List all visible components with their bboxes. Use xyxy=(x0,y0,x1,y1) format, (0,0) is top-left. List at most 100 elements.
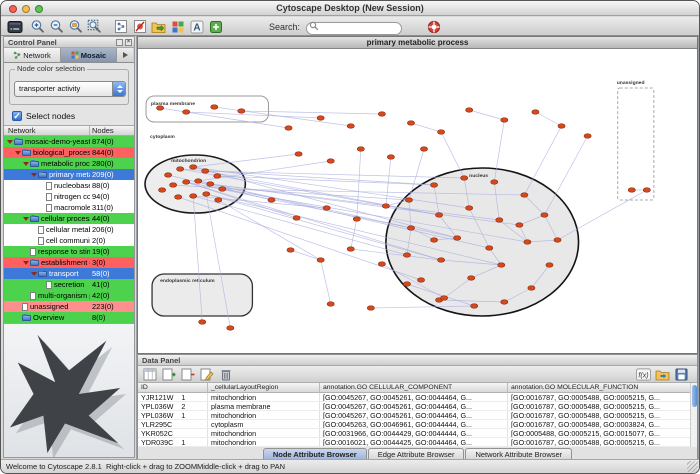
network-node[interactable] xyxy=(430,238,437,243)
tree-row[interactable]: mosaic-demo-yeast874(0) xyxy=(4,136,134,147)
tree-row[interactable]: response to stimulus19(0) xyxy=(4,246,134,257)
network-node[interactable] xyxy=(317,116,324,121)
network-node[interactable] xyxy=(498,263,505,268)
tree-row[interactable]: primary metabolic process209(0) xyxy=(4,169,134,180)
edit-attribute-icon[interactable] xyxy=(199,367,214,382)
network-node[interactable] xyxy=(466,108,473,113)
tree-row[interactable]: secretion41(0) xyxy=(4,279,134,290)
resize-grip[interactable] xyxy=(687,461,698,472)
network-node[interactable] xyxy=(437,130,444,135)
network-node[interactable] xyxy=(541,213,548,218)
table-row[interactable]: YLR295Ccytoplasm[GO:0045263, GO:0046961,… xyxy=(138,420,697,429)
show-all-icon[interactable] xyxy=(112,18,129,35)
tree-expander-icon[interactable] xyxy=(15,149,22,157)
table-scrollbar[interactable] xyxy=(690,383,697,447)
network-node[interactable] xyxy=(407,226,414,231)
network-node[interactable] xyxy=(285,126,292,131)
network-node[interactable] xyxy=(183,110,190,115)
column-header[interactable]: annotation.GO MOLECULAR_FUNCTION xyxy=(508,383,697,392)
network-node[interactable] xyxy=(203,192,210,197)
export-table-icon[interactable] xyxy=(674,367,689,382)
network-node[interactable] xyxy=(195,179,202,184)
column-header[interactable]: _cellularLayoutRegion xyxy=(208,383,320,392)
minimize-window-button[interactable] xyxy=(22,5,30,13)
network-node[interactable] xyxy=(461,176,468,181)
network-node[interactable] xyxy=(327,302,334,307)
network-node[interactable] xyxy=(238,109,245,114)
network-view-title[interactable]: primary metabolic process xyxy=(138,37,697,49)
network-node[interactable] xyxy=(367,306,374,311)
zoom-in-icon[interactable] xyxy=(29,18,46,35)
table-scrollbar-thumb[interactable] xyxy=(692,385,697,407)
column-header[interactable]: ID xyxy=(138,383,208,392)
tree-row[interactable]: establishment of localization3(0) xyxy=(4,257,134,268)
trash-icon[interactable] xyxy=(218,367,233,382)
zoom-window-button[interactable] xyxy=(35,5,43,13)
tree-expander-icon[interactable] xyxy=(23,160,30,168)
network-node[interactable] xyxy=(496,218,503,223)
network-node[interactable] xyxy=(405,198,412,203)
network-node[interactable] xyxy=(317,258,324,263)
network-node[interactable] xyxy=(643,188,650,193)
tree-row[interactable]: nucleobase-containing compound metabolic… xyxy=(4,180,134,191)
network-node[interactable] xyxy=(156,106,163,111)
network-node[interactable] xyxy=(215,198,222,203)
network-node[interactable] xyxy=(407,121,414,126)
import-network-icon[interactable] xyxy=(150,18,167,35)
tree-row[interactable]: cell communication2(0) xyxy=(4,235,134,246)
network-node[interactable] xyxy=(177,167,184,172)
network-node[interactable] xyxy=(293,216,300,221)
tree-row[interactable]: biological_process844(0) xyxy=(4,147,134,158)
tree-expander-icon[interactable] xyxy=(7,138,14,146)
table-row[interactable]: YPL036W__2plasma membrane[GO:0045267, GO… xyxy=(138,402,697,411)
network-node[interactable] xyxy=(327,159,334,164)
tree-expander-icon[interactable] xyxy=(23,215,30,223)
tab-mosaic[interactable]: Mosaic xyxy=(61,48,117,62)
network-node[interactable] xyxy=(378,262,385,267)
import-table-icon[interactable] xyxy=(655,367,670,382)
zoom-fit-icon[interactable] xyxy=(86,18,103,35)
network-node[interactable] xyxy=(164,173,171,178)
network-node[interactable] xyxy=(357,147,364,152)
network-node[interactable] xyxy=(430,183,437,188)
network-node[interactable] xyxy=(554,238,561,243)
network-node[interactable] xyxy=(175,195,182,200)
network-node[interactable] xyxy=(546,263,553,268)
network-node[interactable] xyxy=(528,286,535,291)
zoom-selected-icon[interactable] xyxy=(67,18,84,35)
close-window-button[interactable] xyxy=(9,5,17,13)
network-node[interactable] xyxy=(199,320,206,325)
tree-row[interactable]: metabolic process280(0) xyxy=(4,158,134,169)
network-node[interactable] xyxy=(202,169,209,174)
tree-row[interactable]: transport58(0) xyxy=(4,268,134,279)
network-node[interactable] xyxy=(382,204,389,209)
network-node[interactable] xyxy=(628,188,635,193)
network-node[interactable] xyxy=(584,134,591,139)
network-node[interactable] xyxy=(295,152,302,157)
network-node[interactable] xyxy=(403,253,410,258)
annotation-icon[interactable]: A xyxy=(188,18,205,35)
function-builder-icon[interactable]: f(x) xyxy=(636,367,651,382)
birds-eye-view[interactable] xyxy=(4,323,134,457)
zoom-out-icon[interactable] xyxy=(48,18,65,35)
column-header[interactable]: annotation.GO CELLULAR_COMPONENT xyxy=(320,383,508,392)
network-node[interactable] xyxy=(227,326,234,331)
float-panel-icon[interactable] xyxy=(116,39,123,46)
network-node[interactable] xyxy=(454,236,461,241)
node-color-combobox[interactable]: transporter activity xyxy=(14,81,126,97)
network-node[interactable] xyxy=(435,213,442,218)
search-input[interactable] xyxy=(306,22,402,35)
network-node[interactable] xyxy=(486,246,493,251)
network-node[interactable] xyxy=(183,180,190,185)
network-node[interactable] xyxy=(468,276,475,281)
network-node[interactable] xyxy=(214,174,221,179)
tree-row[interactable]: Overview8(0) xyxy=(4,312,134,323)
network-node[interactable] xyxy=(347,247,354,252)
delete-attribute-icon[interactable] xyxy=(180,367,195,382)
network-node[interactable] xyxy=(211,105,218,110)
table-row[interactable]: YDR039C__1mitochondrion[GO:0016021, GO:0… xyxy=(138,438,697,447)
table-row[interactable]: YPL036W__1mitochondrion[GO:0045267, GO:0… xyxy=(138,411,697,420)
plugin-manager-icon[interactable] xyxy=(207,18,224,35)
table-row[interactable]: YJR121W__1mitochondrion[GO:0045267, GO:0… xyxy=(138,393,697,402)
network-node[interactable] xyxy=(558,124,565,129)
